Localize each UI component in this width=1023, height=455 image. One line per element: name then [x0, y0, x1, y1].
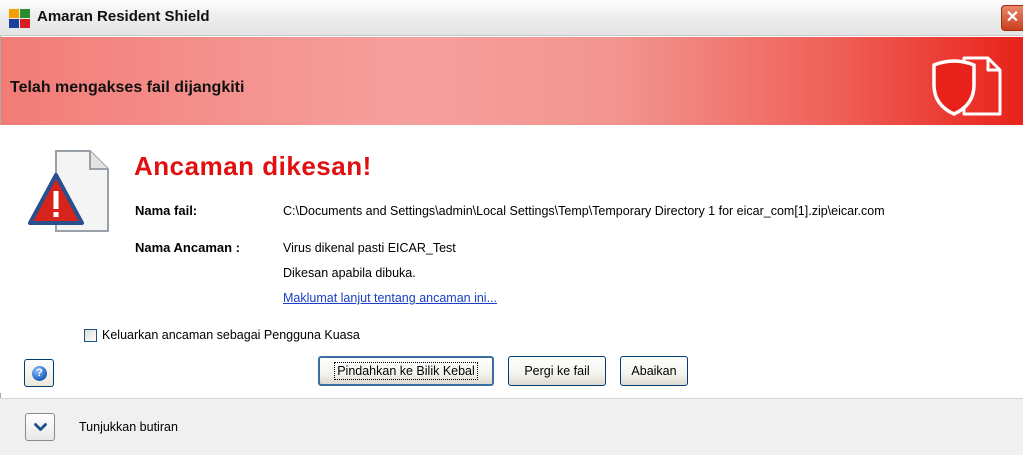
file-name-label: Nama fail: [135, 203, 198, 218]
move-to-vault-button[interactable]: Pindahkan ke Bilik Kebal [318, 356, 494, 386]
chevron-down-icon [34, 423, 47, 431]
file-name-value: C:\Documents and Settings\admin\Local Se… [283, 204, 885, 218]
poweruser-checkbox-label[interactable]: Keluarkan ancaman sebagai Pengguna Kuasa [102, 328, 360, 342]
warning-document-icon [28, 150, 109, 232]
detection-event: Dikesan apabila dibuka. [283, 266, 416, 280]
help-icon: ? [32, 366, 47, 381]
more-info-link[interactable]: Maklumat lanjut tentang ancaman ini... [283, 291, 497, 305]
title-bar: Amaran Resident Shield ✕ [0, 0, 1023, 36]
header-banner: Telah mengakses fail dijangkiti [0, 37, 1023, 125]
close-button[interactable]: ✕ [1001, 5, 1023, 31]
poweruser-checkbox[interactable] [84, 329, 97, 342]
threat-name-value: Virus dikenal pasti EICAR_Test [283, 241, 456, 255]
threat-name-label: Nama Ancaman : [135, 240, 240, 255]
window-title: Amaran Resident Shield [37, 8, 210, 25]
help-button[interactable]: ? [24, 359, 54, 387]
threat-detected-title: Ancaman dikesan! [134, 151, 372, 181]
show-details-label[interactable]: Tunjukkan butiran [79, 420, 178, 434]
avg-logo-icon [9, 9, 30, 28]
banner-heading: Telah mengakses fail dijangkiti [10, 79, 245, 96]
expand-details-button[interactable] [25, 413, 55, 441]
ignore-button[interactable]: Abaikan [620, 356, 688, 386]
details-footer: Tunjukkan butiran [0, 398, 1023, 455]
go-to-file-button[interactable]: Pergi ke fail [508, 356, 606, 386]
shield-document-icon [932, 56, 1002, 116]
